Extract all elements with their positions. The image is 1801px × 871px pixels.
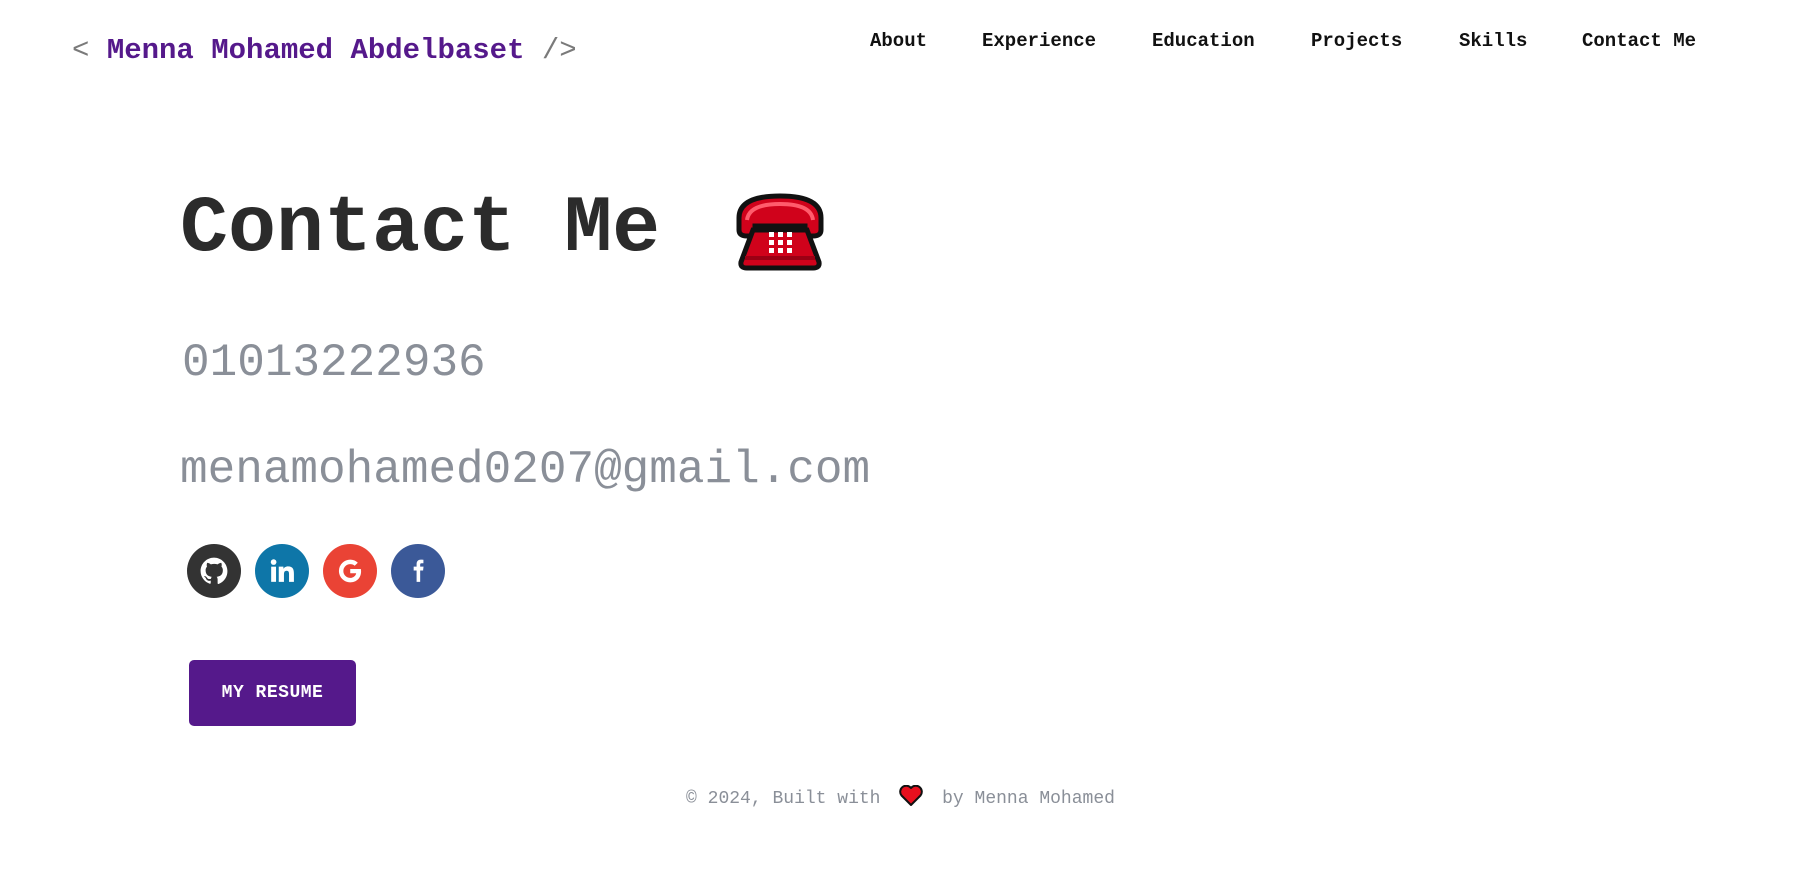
- nav-link-education[interactable]: Education: [1152, 28, 1255, 54]
- footer-prefix: © 2024, Built with: [686, 789, 881, 809]
- facebook-icon: [413, 559, 424, 582]
- footer-suffix: by Menna Mohamed: [942, 789, 1115, 809]
- heart-icon: [899, 784, 924, 814]
- telephone-icon: [733, 190, 827, 272]
- page-title: Contact Me: [180, 184, 661, 275]
- nav-link-experience[interactable]: Experience: [982, 28, 1096, 54]
- github-link[interactable]: [187, 544, 241, 598]
- github-icon: [200, 557, 228, 584]
- resume-button[interactable]: MY RESUME: [189, 660, 356, 726]
- linkedin-link[interactable]: [255, 544, 309, 598]
- site-footer: © 2024, Built with by Menna Mohamed: [0, 784, 1801, 814]
- facebook-link[interactable]: [391, 544, 445, 598]
- nav-link-about[interactable]: About: [870, 28, 927, 54]
- site-header: < Menna Mohamed Abdelbaset /> About Expe…: [0, 0, 1801, 100]
- google-icon: [338, 559, 362, 583]
- linkedin-icon: [270, 559, 294, 582]
- phone-number: 01013222936: [182, 337, 486, 389]
- nav-link-projects[interactable]: Projects: [1311, 28, 1402, 54]
- nav-link-contact-me[interactable]: Contact Me: [1582, 28, 1696, 54]
- main-nav: About Experience Education Projects Skil…: [0, 28, 1801, 56]
- google-link[interactable]: [323, 544, 377, 598]
- nav-link-skills[interactable]: Skills: [1459, 28, 1527, 54]
- email-address[interactable]: menamohamed0207@gmail.com: [180, 442, 870, 498]
